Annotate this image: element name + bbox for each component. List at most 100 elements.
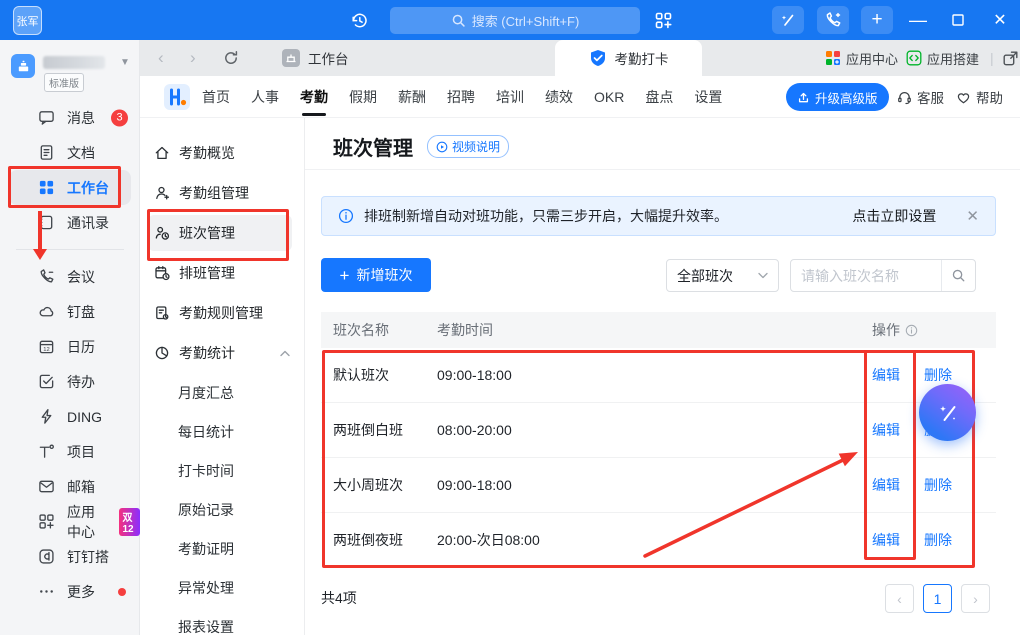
sidebar-item-docs[interactable]: 文档 [0,135,140,170]
search-icon[interactable] [941,260,975,291]
menu-settings[interactable]: 设置 [692,87,724,107]
add-shift-button[interactable]: + 新增班次 [321,258,431,292]
sidebar-item-workbench[interactable]: 工作台 [9,170,131,205]
tabbar-app-center[interactable]: 应用中心 [825,40,898,76]
subnav-schedule-mgmt[interactable]: 排班管理 [140,253,304,293]
shift-filter-select[interactable]: 全部班次 [666,259,779,292]
app-build-icon [906,50,922,66]
minimize-button[interactable]: — [908,0,928,40]
tab-attendance[interactable]: 考勤打卡 [555,40,702,76]
magic-wand-button[interactable] [772,6,804,34]
delete-link[interactable]: 删除 [924,475,952,495]
subnav-raw-records[interactable]: 原始记录 [140,490,304,529]
menu-payroll[interactable]: 薪酬 [396,87,428,107]
sidebar-item-contacts[interactable]: 通讯录 [0,205,140,240]
subnav-exception-handling[interactable]: 异常处理 [140,568,304,607]
info-icon [338,208,354,224]
help-link[interactable]: 帮助 [955,76,1003,118]
add-button[interactable]: + [861,6,893,34]
chevron-up-icon[interactable] [280,350,290,357]
rules-doc-icon [154,305,170,321]
shift-search-input[interactable] [791,268,941,284]
current-page-button[interactable]: 1 [923,584,952,613]
attendance-app-header: 首页 人事 考勤 假期 薪酬 招聘 培训 绩效 OKR 盘点 设置 升级高级版 … [140,76,1020,118]
sidebar-item-more[interactable]: 更多 [0,574,140,609]
subnav-group-mgmt[interactable]: 考勤组管理 [140,173,304,213]
user-name: 张军 [17,13,39,29]
tab-workbench[interactable]: 工作台 [270,40,422,76]
subnav-attendance-proof[interactable]: 考勤证明 [140,529,304,568]
banner-text: 排班制新增自动对班功能，只需三步开启，大幅提升效率。 [364,206,728,226]
table-row: 默认班次 09:00-18:00 编辑删除 [321,348,996,403]
menu-hr[interactable]: 人事 [249,87,281,107]
subnav-shift-mgmt[interactable]: 班次管理 [148,215,292,251]
sidebar-item-todo[interactable]: 待办 [0,364,140,399]
chevron-down-icon [758,272,768,279]
ai-assistant-fab[interactable] [919,384,976,441]
headset-icon [896,89,913,106]
table-row: 大小周班次 09:00-18:00 编辑删除 [321,458,996,513]
shift-person-icon [154,225,170,241]
call-button[interactable] [817,6,849,34]
magic-wand-icon [935,400,961,426]
subnav-monthly-summary[interactable]: 月度汇总 [140,373,304,412]
menu-training[interactable]: 培训 [494,87,526,107]
edit-link[interactable]: 编辑 [872,420,900,440]
close-button[interactable]: ✕ [990,0,1010,40]
delete-link[interactable]: 删除 [924,365,952,385]
tabbar-app-build[interactable]: 应用搭建 [906,40,979,76]
menu-leave[interactable]: 假期 [347,87,379,107]
subnav-rules-mgmt[interactable]: 考勤规则管理 [140,293,304,333]
title-divider [305,169,1020,170]
sidebar-item-mail[interactable]: 邮箱 [0,469,140,504]
sidebar-item-ding[interactable]: DING [0,399,140,434]
video-guide-badge[interactable]: 视频说明 [427,135,509,158]
menu-okr[interactable]: OKR [592,89,626,105]
search-icon [451,13,466,28]
forward-icon[interactable]: › [190,40,196,76]
edit-link[interactable]: 编辑 [872,530,900,550]
subnav-punch-times[interactable]: 打卡时间 [140,451,304,490]
attendance-tab-icon [589,49,607,67]
banner-close-icon[interactable]: ✕ [966,207,979,225]
prev-page-button[interactable]: ‹ [885,584,914,613]
subnav-daily-stats[interactable]: 每日统计 [140,412,304,451]
menu-home[interactable]: 首页 [200,87,232,107]
menu-attendance[interactable]: 考勤 [298,87,330,107]
edit-link[interactable]: 编辑 [872,365,900,385]
subnav-report-settings[interactable]: 报表设置 [140,607,304,635]
history-icon[interactable] [347,0,371,40]
refresh-icon[interactable] [223,40,239,76]
sidebar-item-drive[interactable]: 钉盘 [0,294,140,329]
global-search-input[interactable]: 搜索 (Ctrl+Shift+F) [390,7,640,34]
sidebar-item-meeting[interactable]: 会议 [0,259,140,294]
user-avatar[interactable]: 张军 [13,6,42,35]
open-external-icon[interactable] [1002,40,1019,76]
delete-link[interactable]: 删除 [924,530,952,550]
next-page-button[interactable]: › [961,584,990,613]
org-avatar[interactable] [11,54,35,78]
app-menu: 首页 人事 考勤 假期 薪酬 招聘 培训 绩效 OKR 盘点 设置 [200,76,724,118]
support-link[interactable]: 客服 [896,76,944,118]
sidebar-item-project[interactable]: 项目 [0,434,140,469]
org-edition-badge: 标准版 [44,73,84,92]
menu-inventory[interactable]: 盘点 [643,87,675,107]
back-icon[interactable]: ‹ [158,40,164,76]
maximize-button[interactable] [948,0,968,40]
menu-recruit[interactable]: 招聘 [445,87,477,107]
edit-link[interactable]: 编辑 [872,475,900,495]
sidebar-item-messages[interactable]: 消息 3 [0,100,140,135]
sidebar-item-dingda[interactable]: 钉钉搭 [0,539,140,574]
sidebar-item-calendar[interactable]: 12 日历 [0,329,140,364]
banner-setup-link[interactable]: 点击立即设置 [852,206,936,226]
app-launcher-icon[interactable] [650,0,676,40]
menu-performance[interactable]: 绩效 [543,87,575,107]
subnav-stats[interactable]: 考勤统计 [140,333,304,373]
subnav-overview[interactable]: 考勤概览 [140,133,304,173]
workbench-grid-icon [38,179,55,196]
sidebar-item-app-center[interactable]: 应用中心 双12 [0,504,140,539]
unread-badge: 3 [111,109,128,126]
upgrade-button[interactable]: 升级高级版 [786,83,889,111]
plus-icon: + [340,267,350,284]
org-switcher-caret-icon[interactable]: ▼ [120,57,130,68]
